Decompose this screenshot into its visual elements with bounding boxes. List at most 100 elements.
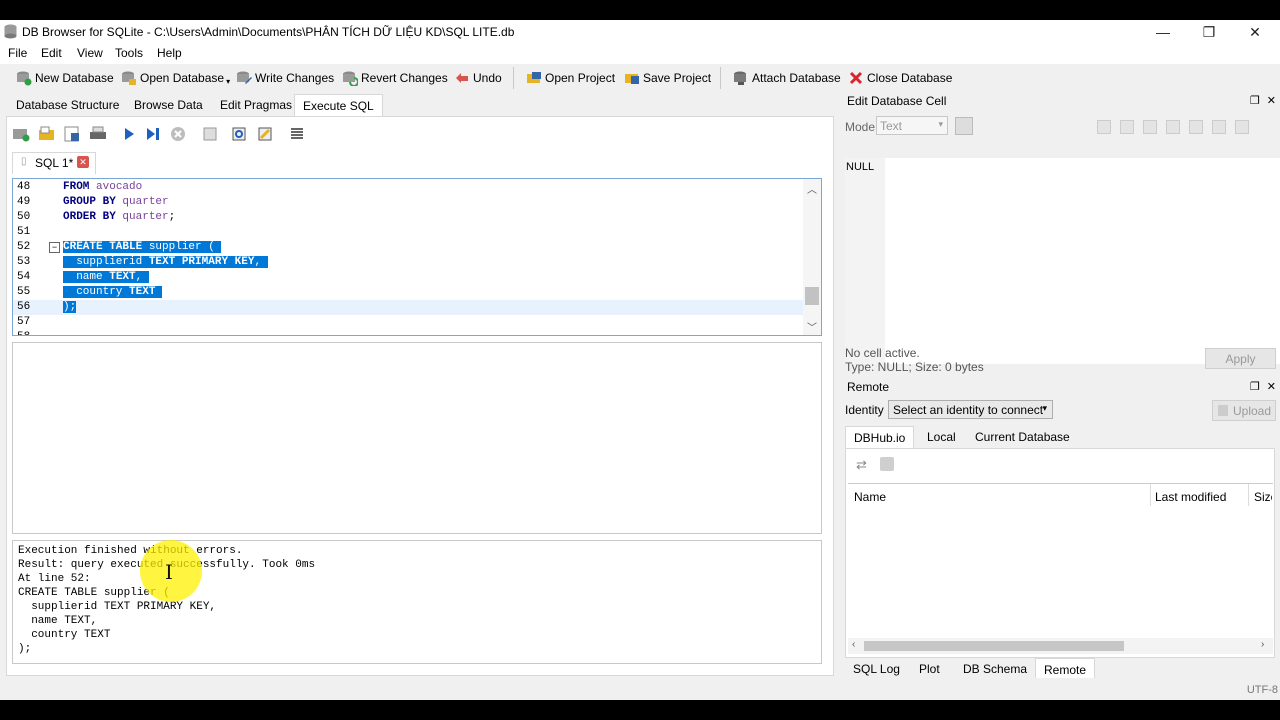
open-tab-icon[interactable]: [12, 126, 30, 142]
upload-button[interactable]: Upload: [1212, 400, 1276, 421]
tab-database-structure[interactable]: Database Structure: [8, 94, 127, 116]
open-database-label: Open Database: [140, 71, 225, 85]
scrollbar-thumb[interactable]: [805, 287, 819, 305]
editor-line: 49 GROUP BY quarter: [13, 195, 803, 210]
minimize-button[interactable]: —: [1140, 20, 1186, 44]
scroll-up-icon[interactable]: ︿: [807, 181, 817, 196]
clear-icon[interactable]: [1212, 120, 1226, 134]
dock-tab-bar: SQL Log Plot DB Schema Remote: [845, 658, 1275, 680]
menu-tools[interactable]: Tools: [115, 46, 143, 60]
column-name[interactable]: Name: [854, 490, 886, 504]
open-project-button[interactable]: Open Project: [526, 68, 615, 88]
editor-scrollbar[interactable]: ︿ ﹀: [803, 179, 821, 335]
comment-icon[interactable]: [289, 126, 305, 142]
set-null-icon[interactable]: [1189, 120, 1203, 134]
tab-browse-data[interactable]: Browse Data: [126, 94, 211, 116]
scroll-right-icon[interactable]: ›: [1261, 639, 1264, 650]
sql-editor-tab[interactable]: ▯ SQL 1* ✕: [12, 152, 96, 174]
export-icon[interactable]: [1166, 120, 1180, 134]
cell-value: NULL: [846, 161, 875, 173]
open-sql-file-icon[interactable]: [38, 126, 56, 142]
column-last-modified[interactable]: Last modified: [1155, 490, 1226, 504]
find-icon[interactable]: [231, 126, 249, 142]
editor-line: 55 country TEXT: [13, 285, 803, 300]
tab-local[interactable]: Local: [919, 426, 964, 448]
editor-line: 52 − CREATE TABLE supplier (: [13, 240, 803, 255]
float-panel-icon[interactable]: ❐: [1250, 95, 1260, 107]
tab-edit-pragmas[interactable]: Edit Pragmas: [212, 94, 300, 116]
find-replace-icon[interactable]: [257, 126, 275, 142]
remote-title: Remote: [847, 380, 890, 394]
menu-view[interactable]: View: [77, 46, 103, 60]
remote-file-list[interactable]: Name Last modified Size ‹ ›: [848, 483, 1273, 657]
execute-all-icon[interactable]: [122, 126, 136, 142]
apply-button[interactable]: Apply: [1205, 348, 1276, 369]
save-results-icon[interactable]: [202, 126, 218, 142]
fold-collapse-icon[interactable]: −: [49, 242, 60, 253]
revert-changes-button[interactable]: Revert Changes: [342, 68, 448, 88]
main-tab-bar: Database Structure Browse Data Edit Prag…: [6, 94, 836, 116]
print-icon[interactable]: [89, 126, 107, 142]
code-line: FROM avocado: [63, 181, 143, 193]
tab-current-database[interactable]: Current Database: [967, 426, 1078, 448]
import-icon[interactable]: [1143, 120, 1157, 134]
tab-remote[interactable]: Remote: [1035, 658, 1096, 680]
restore-button[interactable]: ❐: [1186, 20, 1232, 44]
line-number: 54: [17, 271, 31, 283]
mode-select[interactable]: Text ▾: [876, 116, 948, 135]
close-panel-icon[interactable]: ✕: [1267, 95, 1276, 107]
auto-format-icon[interactable]: [1120, 120, 1134, 134]
open-database-button[interactable]: Open Database ▾: [121, 68, 230, 88]
menu-help[interactable]: Help: [157, 46, 182, 60]
line-number: 55: [17, 286, 31, 298]
stop-execution-icon[interactable]: [170, 126, 186, 142]
code-line: name TEXT,: [63, 271, 149, 283]
chevron-down-icon: ▾: [938, 119, 943, 129]
new-database-button[interactable]: New Database: [16, 68, 114, 88]
close-panel-icon[interactable]: ✕: [1267, 381, 1276, 393]
menu-edit[interactable]: Edit: [41, 46, 62, 60]
close-tab-icon[interactable]: ✕: [77, 156, 89, 168]
new-database-icon: [17, 71, 32, 86]
menu-file[interactable]: File: [8, 46, 27, 60]
horizontal-scrollbar[interactable]: ‹ ›: [848, 638, 1273, 654]
refresh-icon[interactable]: ⇄: [856, 457, 867, 473]
identity-label: Identity: [845, 403, 884, 417]
attach-database-button[interactable]: Attach Database: [733, 68, 841, 88]
clone-database-icon[interactable]: [880, 457, 894, 471]
column-size[interactable]: Size: [1254, 490, 1272, 504]
save-project-button[interactable]: Save Project: [624, 68, 711, 88]
scroll-left-icon[interactable]: ‹: [852, 639, 855, 650]
line-number: 56: [17, 301, 31, 313]
auto-switch-mode-icon[interactable]: [955, 117, 973, 135]
tab-db-schema[interactable]: DB Schema: [955, 658, 1035, 680]
scroll-down-icon[interactable]: ﹀: [807, 319, 817, 334]
undo-button[interactable]: Undo: [454, 68, 502, 88]
print-cell-icon[interactable]: [1235, 120, 1249, 134]
tab-sql-log[interactable]: SQL Log: [845, 658, 908, 680]
tab-execute-sql[interactable]: Execute SQL: [294, 94, 383, 116]
mode-label: Mode:: [845, 120, 879, 134]
cell-editor[interactable]: NULL: [845, 158, 1280, 364]
word-wrap-icon[interactable]: [1097, 120, 1111, 134]
close-database-button[interactable]: Close Database: [848, 68, 952, 88]
toolbar-separator: [513, 67, 514, 89]
tab-plot[interactable]: Plot: [911, 658, 948, 680]
close-window-button[interactable]: ✕: [1232, 20, 1278, 44]
tab-dbhub[interactable]: DBHub.io: [845, 426, 915, 448]
write-changes-button[interactable]: Write Changes: [236, 68, 334, 88]
identity-select[interactable]: Select an identity to connect ▾: [888, 400, 1053, 419]
open-project-icon: [527, 72, 541, 83]
dropdown-arrow-icon[interactable]: ▾: [226, 77, 230, 86]
editor-line-current: 56);: [13, 300, 803, 315]
scrollbar-thumb[interactable]: [864, 641, 1124, 651]
save-sql-file-icon[interactable]: [64, 126, 82, 142]
results-grid[interactable]: [12, 342, 822, 534]
open-database-icon: [122, 71, 136, 85]
message-output[interactable]: Execution finished without errors. Resul…: [12, 540, 822, 664]
execute-line-icon[interactable]: [145, 126, 161, 142]
float-panel-icon[interactable]: ❐: [1250, 381, 1260, 393]
undo-icon: [456, 73, 468, 83]
sql-editor[interactable]: 48 FROM avocado 49 GROUP BY quarter 50 ORDE…: [12, 178, 822, 336]
editor-line: 51: [13, 225, 803, 240]
